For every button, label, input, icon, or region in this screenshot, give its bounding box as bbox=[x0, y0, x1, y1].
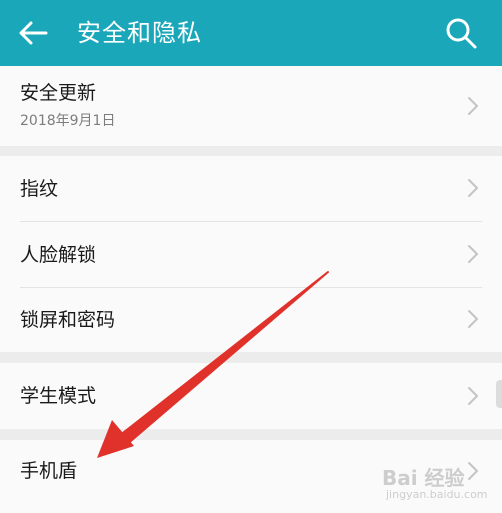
list-item-fingerprint[interactable]: 指纹 bbox=[0, 156, 502, 221]
list-item-security-update[interactable]: 安全更新 2018年9月1日 bbox=[0, 66, 502, 146]
list-item-subtitle: 2018年9月1日 bbox=[20, 113, 116, 129]
section-gap bbox=[0, 352, 502, 363]
list-item-face-unlock[interactable]: 人脸解锁 bbox=[0, 222, 502, 287]
section-unlock: 指纹 人脸解锁 锁屏和密码 bbox=[0, 156, 502, 352]
list-item-label: 锁屏和密码 bbox=[20, 309, 116, 331]
list-item-label: 学生模式 bbox=[20, 385, 97, 407]
list-item-label: 安全更新 bbox=[20, 82, 97, 104]
section-gap bbox=[0, 429, 502, 440]
list-item-label: 指纹 bbox=[20, 178, 59, 200]
chevron-right-icon bbox=[468, 310, 478, 328]
app-header: 安全和隐私 bbox=[0, 0, 502, 66]
scroll-edge-indicator bbox=[496, 380, 502, 408]
chevron-right-icon bbox=[468, 179, 478, 197]
page-title: 安全和隐私 bbox=[77, 19, 202, 47]
search-icon[interactable] bbox=[444, 16, 478, 50]
list-item-label: 人脸解锁 bbox=[20, 244, 97, 266]
list-item-lock-screen-password[interactable]: 锁屏和密码 bbox=[0, 288, 502, 352]
back-arrow-icon[interactable] bbox=[16, 17, 50, 49]
chevron-right-icon bbox=[468, 245, 478, 263]
chevron-right-icon bbox=[468, 387, 478, 405]
baidu-watermark: Bai 经验 jingyan.baidu.com bbox=[382, 462, 500, 510]
list-item-label: 手机盾 bbox=[20, 460, 78, 482]
section-security-update: 安全更新 2018年9月1日 bbox=[0, 66, 502, 146]
section-gap bbox=[0, 146, 502, 156]
watermark-text: Bai 经验 bbox=[382, 466, 465, 490]
section-student-mode: 学生模式 bbox=[0, 363, 502, 429]
list-item-student-mode[interactable]: 学生模式 bbox=[0, 363, 502, 429]
chevron-right-icon bbox=[468, 97, 478, 115]
watermark-url: jingyan.baidu.com bbox=[386, 488, 488, 501]
